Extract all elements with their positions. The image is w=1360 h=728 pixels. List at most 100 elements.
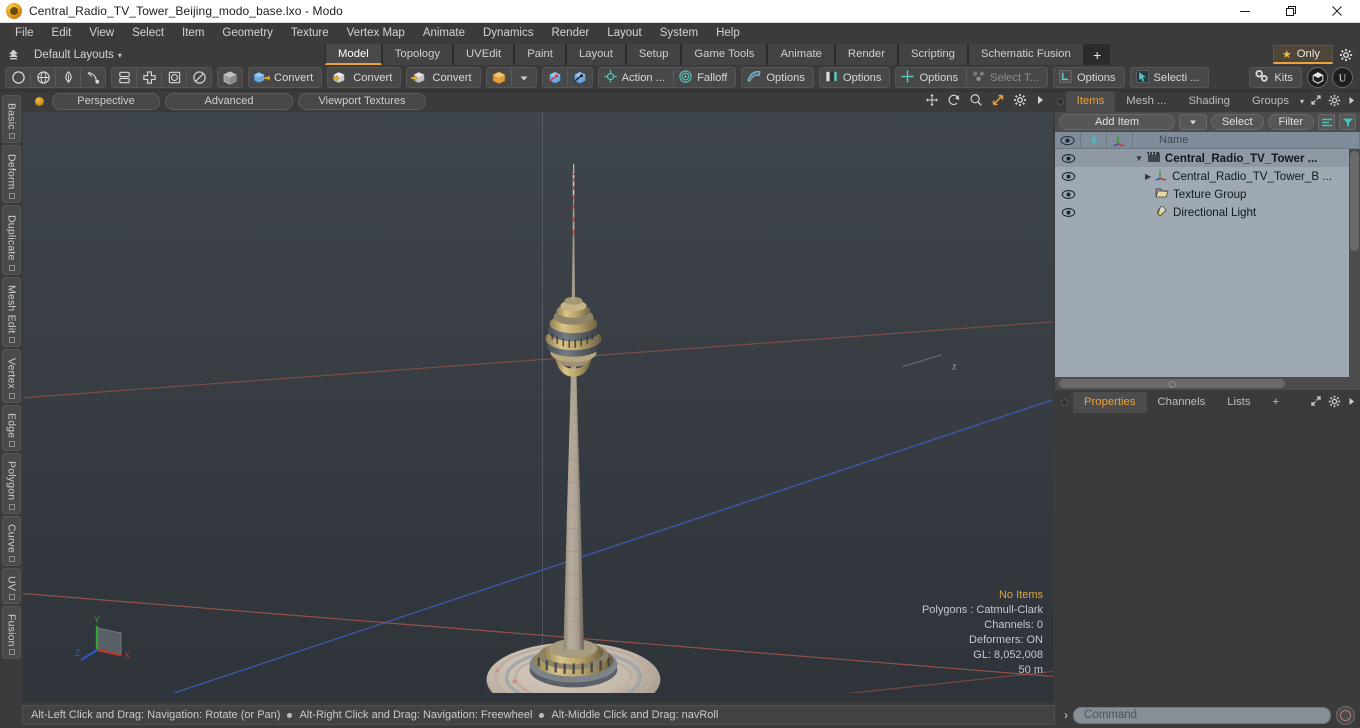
command-input[interactable]: Command xyxy=(1073,706,1331,724)
layout-tab-scripting[interactable]: Scripting xyxy=(897,44,968,65)
row-expander[interactable]: ▶ xyxy=(1145,172,1151,181)
action-center-button[interactable]: Action ... xyxy=(599,68,674,87)
close-button[interactable] xyxy=(1314,0,1360,23)
select-button[interactable]: Select xyxy=(1210,114,1264,130)
menu-render[interactable]: Render xyxy=(542,23,598,44)
select-through-button[interactable]: Select T... xyxy=(967,68,1047,87)
left-tab-uv[interactable]: UV xyxy=(2,567,21,604)
plus-shape-icon[interactable] xyxy=(137,68,161,87)
layout-tab-schematic-fusion[interactable]: Schematic Fusion xyxy=(967,44,1084,65)
menu-texture[interactable]: Texture xyxy=(282,23,338,44)
options-group-4[interactable]: Options xyxy=(1052,67,1125,88)
sphere-primitive-icon[interactable] xyxy=(31,68,55,87)
gear-icon[interactable] xyxy=(1013,93,1027,110)
left-tab-curve[interactable]: Curve xyxy=(2,515,21,566)
falloff-button[interactable]: Falloff xyxy=(674,68,735,87)
tab-lists[interactable]: Lists xyxy=(1216,392,1262,413)
add-layout-tab-button[interactable]: + xyxy=(1083,44,1110,65)
3d-viewport[interactable]: z Y X Z No Items Polygons: Catmull-Clar… xyxy=(23,112,1053,702)
menu-edit[interactable]: Edit xyxy=(43,23,81,44)
unreal-kit-icon[interactable]: U xyxy=(1332,67,1353,88)
square-outline-icon[interactable] xyxy=(162,68,186,87)
menu-select[interactable]: Select xyxy=(123,23,173,44)
tab-channels[interactable]: Channels xyxy=(1146,392,1217,413)
left-tab-fusion[interactable]: Fusion xyxy=(2,605,21,660)
row-expander[interactable]: ▼ xyxy=(1135,154,1143,163)
gear-icon[interactable] xyxy=(1328,395,1341,411)
default-layouts-dropdown[interactable]: Default Layouts ▾ xyxy=(26,49,122,61)
viewport-shading-dropdown[interactable]: Advanced xyxy=(165,93,293,110)
add-item-dropdown[interactable] xyxy=(1178,114,1207,130)
options-group-2[interactable]: Options xyxy=(818,67,891,88)
symmetry-options-button[interactable]: Options xyxy=(896,68,966,87)
menu-help[interactable]: Help xyxy=(707,23,749,44)
items-tree-vertical-scrollbar[interactable] xyxy=(1349,149,1360,377)
maximize-button[interactable] xyxy=(1268,0,1314,23)
left-tab-polygon[interactable]: Polygon xyxy=(2,453,21,514)
items-tree[interactable]: Name ▼ Central_Radio_TV_Tower ... ▶ Cent… xyxy=(1055,132,1360,377)
table-row[interactable]: Directional Light xyxy=(1055,203,1360,221)
chevron-down-icon[interactable]: ▾ xyxy=(1300,97,1304,106)
layout-tab-layout[interactable]: Layout xyxy=(565,44,626,65)
layout-tab-setup[interactable]: Setup xyxy=(625,44,682,65)
viewport-perspective-dropdown[interactable]: Perspective xyxy=(52,93,160,110)
modo-kit-icon[interactable] xyxy=(1307,67,1328,88)
table-row[interactable]: Texture Group xyxy=(1055,185,1360,203)
snap-cube-red-icon[interactable] xyxy=(543,68,567,87)
zoom-icon[interactable] xyxy=(969,93,983,110)
home-up-icon[interactable] xyxy=(0,44,26,65)
layout-tab-topology[interactable]: Topology xyxy=(381,44,454,65)
layout-tab-game-tools[interactable]: Game Tools xyxy=(681,44,768,65)
convert-button-2[interactable]: Convert xyxy=(327,67,402,88)
gear-icon[interactable] xyxy=(1328,94,1341,110)
table-row[interactable]: ▼ Central_Radio_TV_Tower ... xyxy=(1055,149,1360,167)
menu-layout[interactable]: Layout xyxy=(598,23,651,44)
mirror-icon[interactable] xyxy=(112,68,136,87)
left-tab-duplicate[interactable]: Duplicate xyxy=(2,205,21,275)
add-properties-tab-button[interactable]: + xyxy=(1261,392,1291,413)
layout-tab-animate[interactable]: Animate xyxy=(767,44,835,65)
panel-grip-dot[interactable] xyxy=(1055,392,1073,413)
menu-vertex-map[interactable]: Vertex Map xyxy=(338,23,414,44)
options-group-1[interactable]: Options xyxy=(741,67,814,88)
filter-button[interactable]: Filter xyxy=(1267,114,1314,130)
items-tree-horizontal-scrollbar[interactable] xyxy=(1055,377,1360,390)
add-item-button[interactable]: Add Item xyxy=(1059,114,1175,130)
menu-dynamics[interactable]: Dynamics xyxy=(474,23,542,44)
selection-set-group[interactable]: Selecti ... xyxy=(1129,67,1209,88)
chevron-right-icon[interactable] xyxy=(1347,95,1356,109)
menu-animate[interactable]: Animate xyxy=(414,23,474,44)
left-tab-deform[interactable]: Deform xyxy=(2,145,21,203)
row-visibility-toggle[interactable] xyxy=(1055,153,1081,164)
menu-file[interactable]: File xyxy=(6,23,43,44)
record-icon[interactable] xyxy=(1336,705,1355,725)
kits-button[interactable]: Kits xyxy=(1249,67,1302,88)
menu-geometry[interactable]: Geometry xyxy=(213,23,282,44)
left-tab-vertex[interactable]: Vertex xyxy=(2,349,21,403)
only-toggle-button[interactable]: ★ Only xyxy=(1272,45,1333,64)
fit-icon[interactable] xyxy=(991,93,1005,110)
viewport-textures-dropdown[interactable]: Viewport Textures xyxy=(298,93,426,110)
row-visibility-toggle[interactable] xyxy=(1055,171,1081,182)
chevron-right-icon[interactable] xyxy=(1347,396,1356,410)
circle-cut-icon[interactable] xyxy=(187,68,211,87)
panel-grip-dot[interactable] xyxy=(1055,91,1066,112)
row-visibility-toggle[interactable] xyxy=(1055,207,1081,218)
layout-tab-render[interactable]: Render xyxy=(834,44,898,65)
funnel-icon[interactable] xyxy=(1339,114,1356,130)
convert-button-3[interactable]: Convert xyxy=(406,67,481,88)
minimize-button[interactable] xyxy=(1222,0,1268,23)
rotate-icon[interactable] xyxy=(947,93,961,110)
circle-primitive-icon[interactable] xyxy=(6,68,30,87)
menu-system[interactable]: System xyxy=(651,23,707,44)
pen-primitive-icon[interactable] xyxy=(81,68,105,87)
convert-button-1[interactable]: Convert xyxy=(248,67,323,88)
row-visibility-toggle[interactable] xyxy=(1055,189,1081,200)
axis-gizmo[interactable]: Y X Z xyxy=(75,614,139,670)
layout-tab-model[interactable]: Model xyxy=(325,44,382,65)
tab-groups[interactable]: Groups xyxy=(1240,91,1300,112)
expand-arrow-icon[interactable] xyxy=(1035,94,1045,109)
convert-orange-cube-icon[interactable] xyxy=(487,68,511,87)
gear-icon[interactable] xyxy=(1336,45,1356,64)
menu-item[interactable]: Item xyxy=(173,23,213,44)
